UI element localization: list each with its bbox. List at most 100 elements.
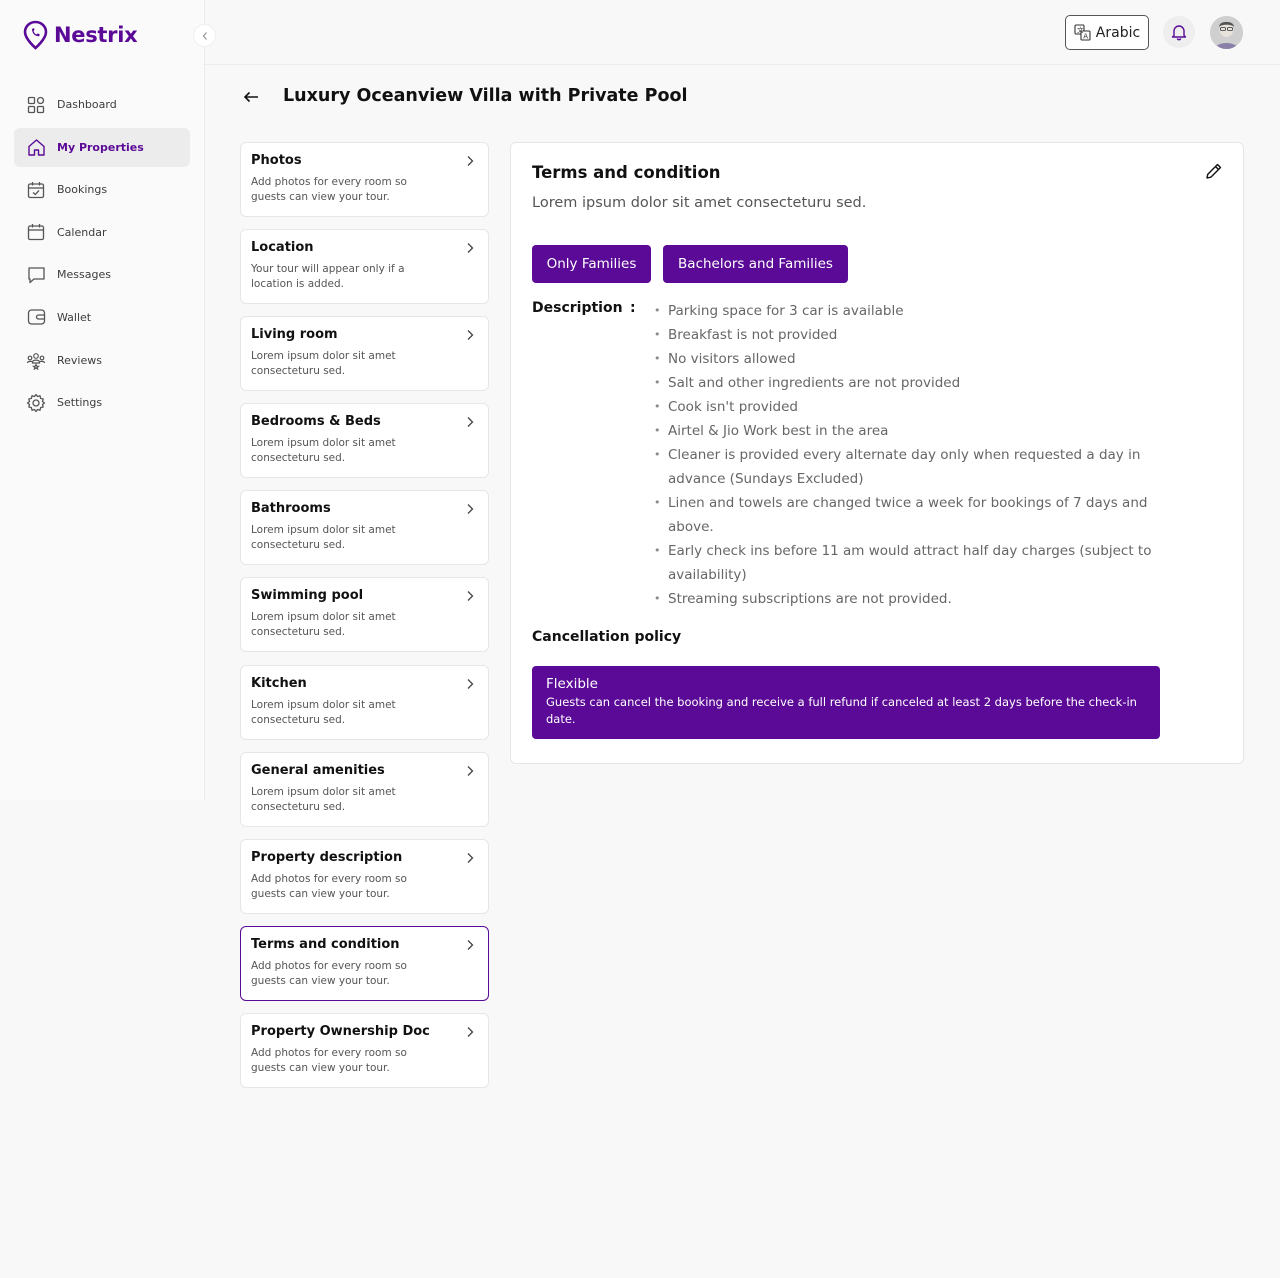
description-list: Parking space for 3 car is available Bre… bbox=[654, 299, 1164, 611]
sidebar-item-dashboard[interactable]: Dashboard bbox=[14, 85, 190, 124]
list-item: Streaming subscriptions are not provided… bbox=[654, 587, 1164, 611]
section-description: Lorem ipsum dolor sit amet consecteturu … bbox=[251, 524, 396, 552]
section-description: Lorem ipsum dolor sit amet consecteturu … bbox=[251, 785, 396, 813]
terms-panel: Terms and condition Lorem ipsum dolor si… bbox=[510, 142, 1244, 764]
sidebar-item-label: Calendar bbox=[57, 225, 107, 239]
user-avatar[interactable] bbox=[1210, 16, 1243, 49]
chevron-right-icon bbox=[467, 417, 474, 428]
section-card-living-room[interactable]: Living room Lorem ipsum dolor sit amet c… bbox=[240, 316, 489, 392]
section-card-kitchen[interactable]: Kitchen Lorem ipsum dolor sit amet conse… bbox=[240, 664, 489, 740]
section-title: Property description bbox=[251, 849, 403, 865]
sidebar-item-wallet[interactable]: Wallet bbox=[14, 298, 190, 337]
section-title: General amenities bbox=[251, 762, 385, 778]
gear-icon bbox=[26, 393, 46, 413]
chip-only-families[interactable]: Only Families bbox=[532, 245, 651, 283]
sidebar-item-label: Settings bbox=[57, 396, 103, 410]
wallet-icon bbox=[26, 307, 46, 327]
home-icon bbox=[26, 137, 46, 157]
chevron-right-icon bbox=[467, 678, 474, 689]
section-card-location[interactable]: Location Your tour will appear only if a… bbox=[240, 229, 489, 305]
chevron-right-icon bbox=[467, 330, 474, 341]
sidebar-item-bookings[interactable]: Bookings bbox=[14, 170, 190, 209]
translate-icon: 文 A bbox=[1074, 24, 1091, 41]
app-name: Nestrix bbox=[54, 23, 138, 47]
sidebar-item-reviews[interactable]: Reviews bbox=[14, 341, 190, 380]
policy-name: Flexible bbox=[546, 676, 598, 692]
section-description: Add photos for every room so guests can … bbox=[251, 176, 407, 203]
list-item: Early check ins before 11 am would attra… bbox=[654, 539, 1164, 587]
chevron-right-icon bbox=[467, 504, 474, 515]
location-pin-logo-icon bbox=[23, 20, 48, 50]
notifications-button[interactable] bbox=[1163, 16, 1195, 48]
section-title: Bathrooms bbox=[251, 501, 331, 517]
section-list: Photos Add photos for every room so gues… bbox=[240, 142, 489, 1100]
svg-text:A: A bbox=[1083, 33, 1088, 41]
list-item: Parking space for 3 car is available bbox=[654, 299, 1164, 323]
section-description: Add photos for every room so guests can … bbox=[251, 1046, 407, 1074]
language-button[interactable]: 文 A Arabic bbox=[1065, 15, 1149, 50]
sidebar-nav: Dashboard My Properties Bookings Calenda… bbox=[14, 85, 190, 426]
page-title: Luxury Oceanview Villa with Private Pool bbox=[283, 86, 688, 106]
policy-text: Guests can cancel the booking and receiv… bbox=[546, 695, 1137, 726]
chevron-right-icon bbox=[467, 156, 474, 166]
section-card-property-description[interactable]: Property description Add photos for ever… bbox=[240, 838, 489, 914]
section-card-swimming-pool[interactable]: Swimming pool Lorem ipsum dolor sit amet… bbox=[240, 577, 489, 653]
list-item: Cleaner is provided every alternate day … bbox=[654, 443, 1164, 491]
sidebar-item-label: My Properties bbox=[57, 140, 144, 154]
list-item: Breakfast is not provided bbox=[654, 323, 1164, 347]
logo[interactable]: Nestrix bbox=[23, 20, 138, 50]
list-item: Linen and towels are changed twice a wee… bbox=[654, 491, 1164, 539]
language-label: Arabic bbox=[1095, 24, 1141, 41]
section-title: Kitchen bbox=[251, 675, 307, 691]
section-title: Location bbox=[251, 240, 314, 256]
chevron-right-icon bbox=[467, 939, 474, 950]
sidebar-item-label: Wallet bbox=[57, 310, 92, 324]
section-card-general-amenities[interactable]: General amenities Lorem ipsum dolor sit … bbox=[240, 751, 489, 827]
section-title: Photos bbox=[251, 153, 302, 168]
chevron-left-icon bbox=[202, 31, 207, 40]
section-title: Bedrooms & Beds bbox=[251, 414, 381, 430]
sidebar-item-settings[interactable]: Settings bbox=[14, 383, 190, 422]
section-description: Lorem ipsum dolor sit amet consecteturu … bbox=[251, 698, 396, 726]
sidebar-item-label: Reviews bbox=[57, 353, 102, 367]
panel-subtitle: Lorem ipsum dolor sit amet consecteturu … bbox=[532, 195, 867, 211]
calendar-check-icon bbox=[26, 180, 46, 200]
section-card-bedrooms-beds[interactable]: Bedrooms & Beds Lorem ipsum dolor sit am… bbox=[240, 403, 489, 479]
sidebar-item-calendar[interactable]: Calendar bbox=[14, 213, 190, 252]
section-card-property-ownership-doc[interactable]: Property Ownership Doc Add photos for ev… bbox=[240, 1012, 489, 1088]
sidebar-item-my-properties[interactable]: My Properties bbox=[14, 127, 190, 167]
cancellation-policy-card[interactable]: Flexible Guests can cancel the booking a… bbox=[532, 666, 1160, 739]
back-button[interactable] bbox=[240, 86, 262, 108]
section-card-terms-and-condition[interactable]: Terms and condition Add photos for every… bbox=[240, 925, 489, 1001]
list-item: Salt and other ingredients are not provi… bbox=[654, 371, 1164, 395]
description-colon: : bbox=[630, 300, 636, 316]
avatar-image bbox=[1210, 16, 1243, 49]
chip-bachelors-and-families[interactable]: Bachelors and Families bbox=[663, 245, 848, 283]
section-card-bathrooms[interactable]: Bathrooms Lorem ipsum dolor sit amet con… bbox=[240, 490, 489, 566]
list-item: Airtel & Jio Work best in the area bbox=[654, 419, 1164, 443]
cancellation-policy-title: Cancellation policy bbox=[532, 629, 682, 645]
section-description: Your tour will appear only if a location… bbox=[251, 263, 405, 291]
calendar-icon bbox=[26, 222, 46, 242]
list-item: Cook isn't provided bbox=[654, 395, 1164, 419]
message-icon bbox=[26, 265, 46, 285]
chevron-right-icon bbox=[467, 852, 474, 863]
section-description: Add photos for every room so guests can … bbox=[251, 959, 407, 987]
arrow-left-icon bbox=[243, 91, 258, 103]
list-item: No visitors allowed bbox=[654, 347, 1164, 371]
section-title: Swimming pool bbox=[251, 588, 364, 604]
section-card-photos[interactable]: Photos Add photos for every room so gues… bbox=[240, 142, 489, 217]
edit-button[interactable] bbox=[1204, 161, 1224, 181]
collapse-sidebar-button[interactable] bbox=[193, 24, 216, 47]
reviews-icon bbox=[26, 350, 46, 371]
section-description: Lorem ipsum dolor sit amet consecteturu … bbox=[251, 611, 396, 639]
chevron-right-icon bbox=[467, 591, 474, 602]
description-label: Description bbox=[532, 300, 623, 316]
dashboard-icon bbox=[26, 95, 46, 115]
section-title: Terms and condition bbox=[251, 936, 400, 952]
section-title: Property Ownership Doc bbox=[251, 1023, 430, 1039]
section-title: Living room bbox=[251, 327, 338, 343]
sidebar-item-messages[interactable]: Messages bbox=[14, 255, 190, 294]
pencil-icon bbox=[1206, 163, 1222, 179]
sidebar-item-label: Dashboard bbox=[57, 98, 117, 111]
